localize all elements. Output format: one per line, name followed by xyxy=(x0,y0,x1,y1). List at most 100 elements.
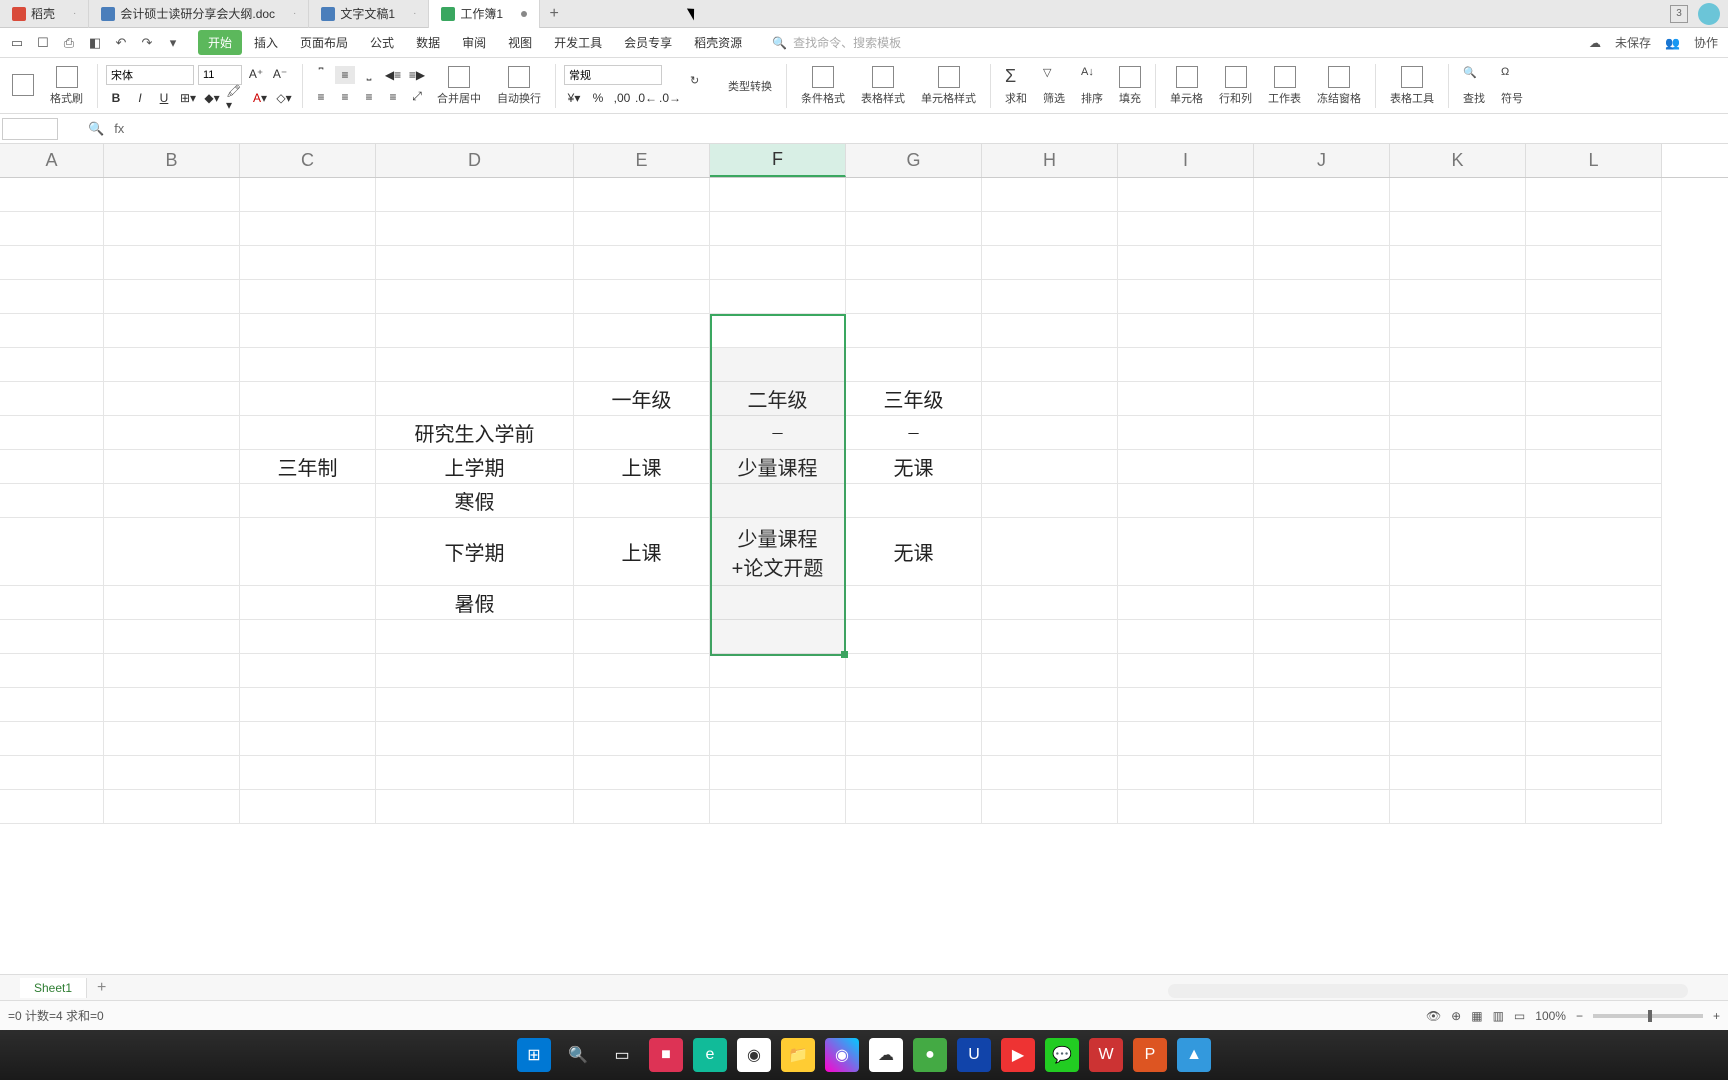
highlight-button[interactable]: 🖍▾ xyxy=(226,89,246,107)
cell-G11[interactable]: 无课 xyxy=(846,518,982,586)
cell-F7[interactable]: 二年级 xyxy=(710,382,846,416)
menu-resources[interactable]: 稻壳资源 xyxy=(684,30,752,55)
table-style-button[interactable]: 表格样式 xyxy=(855,64,911,108)
col-C[interactable]: C xyxy=(240,144,376,177)
worksheet-button[interactable]: 工作表 xyxy=(1262,64,1307,108)
command-search[interactable]: 🔍 查找命令、搜索模板 xyxy=(772,34,901,51)
number-format-select[interactable]: 常规 xyxy=(564,65,662,85)
cancel-fx-icon[interactable]: 🔍 xyxy=(88,121,104,137)
cell-G9[interactable]: 无课 xyxy=(846,450,982,484)
tab-workbook[interactable]: 工作簿1 xyxy=(429,0,540,28)
font-color-button[interactable]: A▾ xyxy=(250,89,270,107)
app-1-icon[interactable]: ■ xyxy=(649,1038,683,1072)
decrease-font-button[interactable]: A⁻ xyxy=(270,65,290,83)
tab-daoke[interactable]: 稻壳 · xyxy=(0,0,89,28)
align-middle-button[interactable]: ≡ xyxy=(335,66,355,84)
fill-color-button[interactable]: ◆▾ xyxy=(202,89,222,107)
cell-E9[interactable]: 上课 xyxy=(574,450,710,484)
menu-member[interactable]: 会员专享 xyxy=(614,30,682,55)
col-E[interactable]: E xyxy=(574,144,710,177)
unsaved-label[interactable]: 未保存 xyxy=(1615,34,1651,51)
col-G[interactable]: G xyxy=(846,144,982,177)
name-box[interactable] xyxy=(2,118,58,140)
orientation-button[interactable]: ⤢ xyxy=(407,88,427,106)
cell-button[interactable]: 单元格 xyxy=(1164,64,1209,108)
sheet-tab-1[interactable]: Sheet1 xyxy=(20,978,87,998)
currency-button[interactable]: ¥▾ xyxy=(564,89,584,107)
menu-devtools[interactable]: 开发工具 xyxy=(544,30,612,55)
cell-C9[interactable]: 三年制 xyxy=(240,450,376,484)
menu-data[interactable]: 数据 xyxy=(406,30,450,55)
font-name-select[interactable]: 宋体 xyxy=(106,65,194,85)
merge-center-button[interactable]: 合并居中 xyxy=(431,64,487,108)
freeze-button[interactable]: 冻结窗格 xyxy=(1311,64,1367,108)
align-top-button[interactable]: ⎴ xyxy=(311,66,331,84)
table-tools-button[interactable]: 表格工具 xyxy=(1384,64,1440,108)
cell-F9[interactable]: 少量课程 xyxy=(710,450,846,484)
cell-D13[interactable]: 暑假 xyxy=(376,586,574,620)
fx-icon[interactable]: fx xyxy=(114,121,124,137)
user-avatar[interactable] xyxy=(1698,3,1720,25)
col-K[interactable]: K xyxy=(1390,144,1526,177)
menu-layout[interactable]: 页面布局 xyxy=(290,30,358,55)
app-7-icon[interactable]: ▲ xyxy=(1177,1038,1211,1072)
wrap-text-button[interactable]: 自动换行 xyxy=(491,64,547,108)
wps-ppt-icon[interactable]: P xyxy=(1133,1038,1167,1072)
increase-font-button[interactable]: A⁺ xyxy=(246,65,266,83)
cell-F11[interactable]: 少量课程+论文开题 xyxy=(710,518,846,586)
menu-start[interactable]: 开始 xyxy=(198,30,242,55)
cell-D8[interactable]: 研究生入学前 xyxy=(376,416,574,450)
find-button[interactable]: 🔍查找 xyxy=(1457,64,1491,108)
formula-input[interactable] xyxy=(132,118,1728,140)
clear-format-button[interactable]: ◇▾ xyxy=(274,89,294,107)
cell-D9[interactable]: 上学期 xyxy=(376,450,574,484)
spreadsheet-grid[interactable]: A B C D E F G H I J K L 一年级二年级三年级 研究生入学前… xyxy=(0,144,1728,824)
horizontal-scrollbar[interactable] xyxy=(1168,984,1688,998)
type-convert-button[interactable]: 类型转换 xyxy=(722,76,778,96)
zoom-in-button[interactable]: + xyxy=(1713,1009,1720,1023)
align-left-button[interactable]: ≡ xyxy=(311,88,331,106)
bold-button[interactable]: B xyxy=(106,89,126,107)
new-tab-button[interactable]: + xyxy=(540,5,568,23)
view-eye-icon[interactable]: 👁 xyxy=(1426,1009,1441,1023)
qat-redo-icon[interactable]: ↷ xyxy=(138,34,156,52)
app-5-icon[interactable]: U xyxy=(957,1038,991,1072)
app-3-icon[interactable]: ☁ xyxy=(869,1038,903,1072)
align-center-button[interactable]: ≡ xyxy=(335,88,355,106)
align-right-button[interactable]: ≡ xyxy=(359,88,379,106)
tab-close-icon[interactable]: · xyxy=(293,8,296,19)
border-button[interactable]: ⊞▾ xyxy=(178,89,198,107)
sum-button[interactable]: Σ求和 xyxy=(999,64,1033,108)
percent-button[interactable]: % xyxy=(588,89,608,107)
cond-format-button[interactable]: 条件格式 xyxy=(795,64,851,108)
zoom-value[interactable]: 100% xyxy=(1535,1009,1566,1023)
dec-dec-button[interactable]: .0→ xyxy=(660,89,680,107)
symbol-button[interactable]: Ω符号 xyxy=(1495,64,1529,108)
refresh-button[interactable]: ↻ xyxy=(684,72,718,100)
col-F[interactable]: F xyxy=(710,144,846,177)
app-2-icon[interactable]: ◉ xyxy=(825,1038,859,1072)
fill-button[interactable]: 填充 xyxy=(1113,64,1147,108)
underline-button[interactable]: U xyxy=(154,89,174,107)
cell-G8[interactable]: – xyxy=(846,416,982,450)
paste-button[interactable] xyxy=(6,72,40,100)
add-sheet-button[interactable]: + xyxy=(87,979,116,997)
cell-style-button[interactable]: 单元格样式 xyxy=(915,64,982,108)
cell-E7[interactable]: 一年级 xyxy=(574,382,710,416)
taskview-icon[interactable]: ▭ xyxy=(605,1038,639,1072)
explorer-icon[interactable]: 📁 xyxy=(781,1038,815,1072)
zoom-slider[interactable] xyxy=(1593,1014,1703,1018)
font-size-select[interactable]: 11 xyxy=(198,65,242,85)
qat-saveas-icon[interactable]: ☐ xyxy=(34,34,52,52)
view-center-icon[interactable]: ⊕ xyxy=(1451,1009,1461,1023)
menu-insert[interactable]: 插入 xyxy=(244,30,288,55)
col-L[interactable]: L xyxy=(1526,144,1662,177)
cell-D10[interactable]: 寒假 xyxy=(376,484,574,518)
zoom-out-button[interactable]: − xyxy=(1576,1009,1583,1023)
coop-label[interactable]: 协作 xyxy=(1694,34,1718,51)
italic-button[interactable]: I xyxy=(130,89,150,107)
comma-button[interactable]: ,00 xyxy=(612,89,632,107)
cell-D11[interactable]: 下学期 xyxy=(376,518,574,586)
qat-print-icon[interactable]: ⎙ xyxy=(60,34,78,52)
cell-E11[interactable]: 上课 xyxy=(574,518,710,586)
